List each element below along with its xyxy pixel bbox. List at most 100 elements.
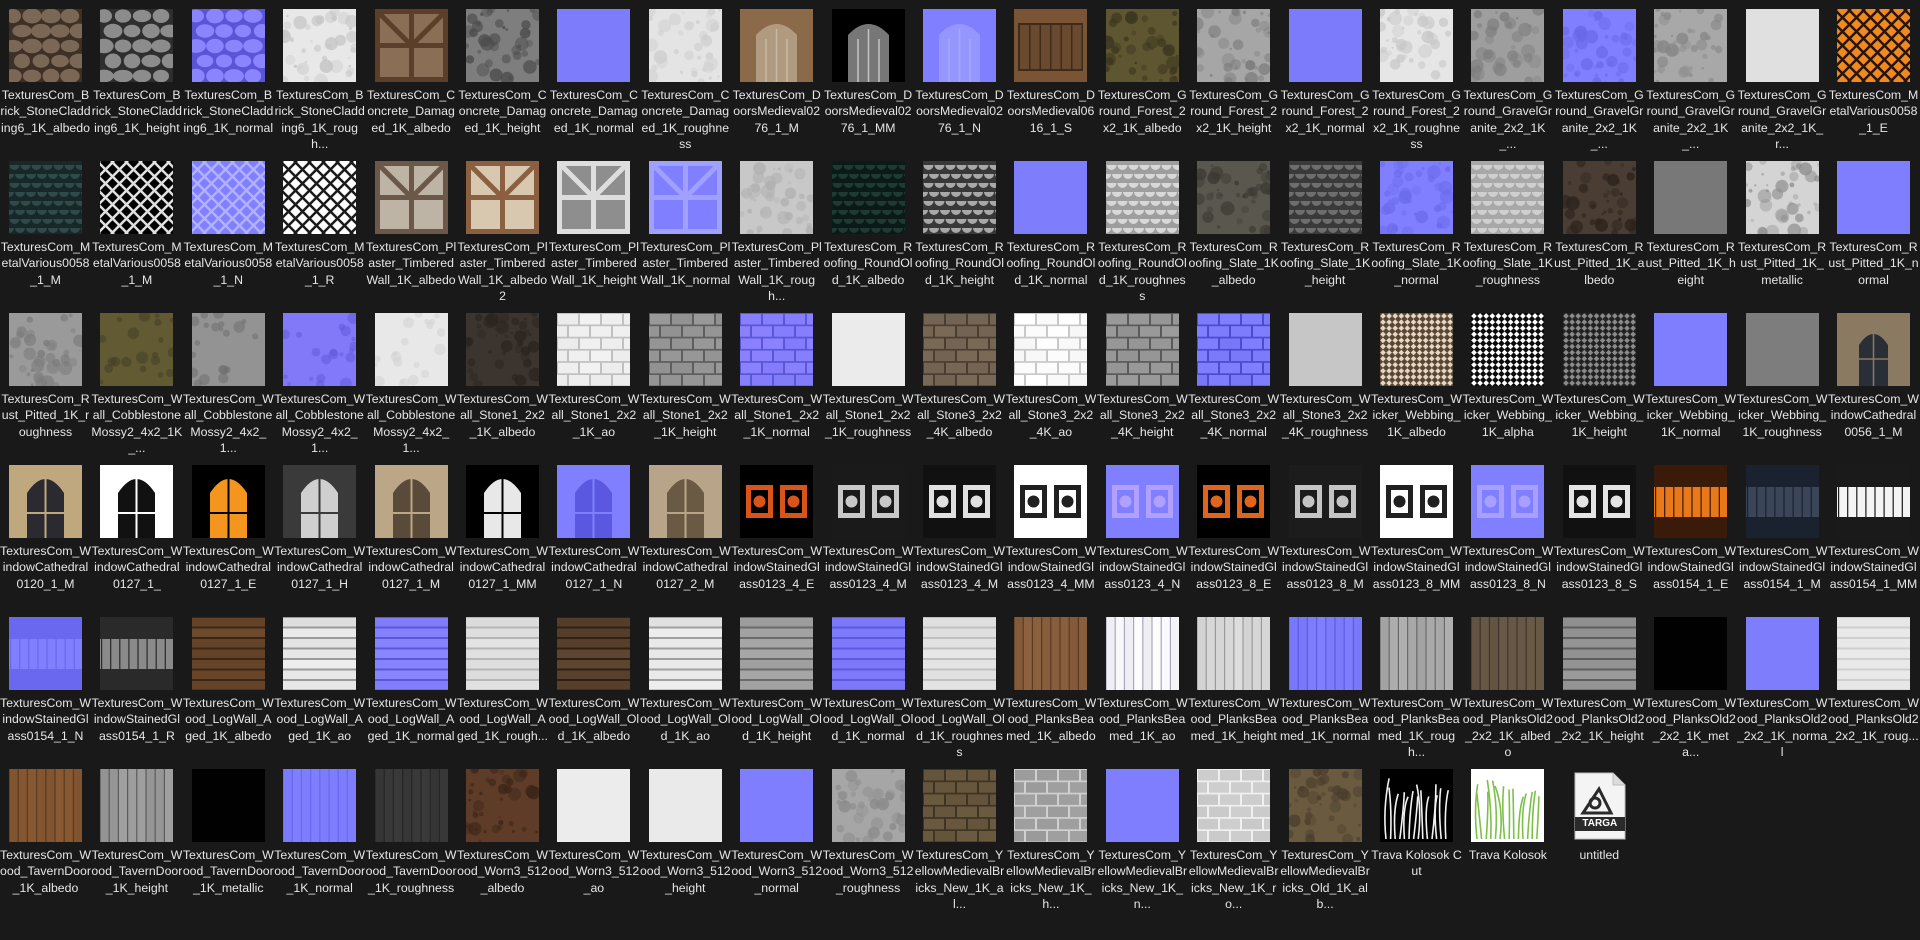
file-item[interactable]: TexturesCom_Wicker_Webbing_1K_normal: [1645, 310, 1736, 455]
file-item[interactable]: TexturesCom_WindowCathedral0127_1_MM: [457, 462, 548, 607]
file-item[interactable]: TexturesCom_Wall_CobblestoneMossy2_4x2_1…: [274, 310, 365, 455]
file-item[interactable]: TexturesCom_Wall_Stone3_2x2_4K_normal: [1188, 310, 1279, 455]
file-item[interactable]: TexturesCom_Wall_Stone3_2x2_4K_albedo: [914, 310, 1005, 455]
file-item[interactable]: TexturesCom_Wood_PlanksOld2_2x2_1K_norma…: [1737, 614, 1828, 759]
file-item[interactable]: TexturesCom_MetalVarious0058_1_R: [274, 158, 365, 303]
file-item[interactable]: TexturesCom_Wall_CobblestoneMossy2_4x2_1…: [91, 310, 182, 455]
file-item[interactable]: TexturesCom_Ground_Forest_2x2_1K_normal: [1280, 6, 1371, 151]
file-item[interactable]: TexturesCom_Wood_PlanksOld2_2x2_1K_heigh…: [1554, 614, 1645, 759]
file-item[interactable]: TexturesCom_Wicker_Webbing_1K_albedo: [1371, 310, 1462, 455]
file-item[interactable]: TexturesCom_Wood_LogWall_Aged_1K_rough..…: [457, 614, 548, 759]
file-item[interactable]: TexturesCom_WindowStainedGlass0154_1_R: [91, 614, 182, 759]
file-item[interactable]: TexturesCom_Wall_Stone3_2x2_4K_height: [1097, 310, 1188, 455]
file-item[interactable]: TexturesCom_Wall_Stone1_2x2_1K_roughness: [823, 310, 914, 455]
file-item[interactable]: TexturesCom_WindowCathedral0127_1_: [91, 462, 182, 607]
file-item[interactable]: TexturesCom_WindowStainedGlass0123_8_E: [1188, 462, 1279, 607]
file-item[interactable]: TexturesCom_Brick_StoneCladding6_1K_heig…: [91, 6, 182, 151]
file-item[interactable]: TexturesCom_Wood_LogWall_Aged_1K_albedo: [183, 614, 274, 759]
file-item[interactable]: TexturesCom_Rust_Pitted_1K_height: [1645, 158, 1736, 303]
file-item[interactable]: TexturesCom_Roofing_RoundOld_1K_height: [914, 158, 1005, 303]
file-item[interactable]: TexturesCom_WindowCathedral0127_1_N: [548, 462, 639, 607]
file-item[interactable]: TexturesCom_YellowMedievalBricks_New_1K_…: [1188, 766, 1279, 911]
file-item[interactable]: TexturesCom_Wicker_Webbing_1K_roughness: [1737, 310, 1828, 455]
file-item[interactable]: TexturesCom_Wicker_Webbing_1K_height: [1554, 310, 1645, 455]
file-item[interactable]: TexturesCom_YellowMedievalBricks_New_1K_…: [1005, 766, 1096, 911]
file-item[interactable]: TexturesCom_Wood_LogWall_Old_1K_ao: [640, 614, 731, 759]
file-item[interactable]: TexturesCom_Wood_PlanksOld2_2x2_1K_albed…: [1462, 614, 1553, 759]
file-item[interactable]: TexturesCom_WindowStainedGlass0154_1_M: [1737, 462, 1828, 607]
file-item[interactable]: TexturesCom_Wall_CobblestoneMossy2_4x2_1…: [366, 310, 457, 455]
file-item[interactable]: TexturesCom_WindowStainedGlass0123_8_MM: [1371, 462, 1462, 607]
file-item[interactable]: TexturesCom_Roofing_Slate_1K_albedo: [1188, 158, 1279, 303]
file-item[interactable]: TexturesCom_Concrete_Damaged_1K_normal: [548, 6, 639, 151]
file-item[interactable]: TexturesCom_Concrete_Damaged_1K_albedo: [366, 6, 457, 151]
file-item[interactable]: TexturesCom_Wood_PlanksBeamed_1K_albedo: [1005, 614, 1096, 759]
file-item[interactable]: TexturesCom_Rust_Pitted_1K_normal: [1828, 158, 1919, 303]
file-item[interactable]: TexturesCom_Roofing_Slate_1K_roughness: [1462, 158, 1553, 303]
file-item[interactable]: TexturesCom_Concrete_Damaged_1K_roughnes…: [640, 6, 731, 151]
file-item[interactable]: TexturesCom_Rust_Pitted_1K_metallic: [1737, 158, 1828, 303]
file-item[interactable]: TexturesCom_Roofing_RoundOld_1K_normal: [1005, 158, 1096, 303]
file-item[interactable]: TexturesCom_Wood_TavernDoor_1K_roughness: [366, 766, 457, 911]
file-item[interactable]: TexturesCom_Brick_StoneCladding6_1K_norm…: [183, 6, 274, 151]
file-item[interactable]: TexturesCom_DoorsMedieval0276_1_M: [731, 6, 822, 151]
file-item[interactable]: TARGA untitled: [1554, 766, 1645, 911]
file-item[interactable]: TexturesCom_Plaster_TimberedWall_1K_albe…: [457, 158, 548, 303]
file-item[interactable]: TexturesCom_Wood_TavernDoor_1K_normal: [274, 766, 365, 911]
file-item[interactable]: TexturesCom_WindowCathedral0127_1_E: [183, 462, 274, 607]
file-item[interactable]: TexturesCom_WindowCathedral0127_1_M: [366, 462, 457, 607]
file-item[interactable]: TexturesCom_Wood_LogWall_Old_1K_normal: [823, 614, 914, 759]
file-item[interactable]: TexturesCom_WindowStainedGlass0154_1_MM: [1828, 462, 1919, 607]
file-item[interactable]: TexturesCom_Wood_TavernDoor_1K_height: [91, 766, 182, 911]
file-item[interactable]: TexturesCom_DoorsMedieval0616_1_S: [1005, 6, 1096, 151]
file-item[interactable]: TexturesCom_Roofing_Slate_1K_normal: [1371, 158, 1462, 303]
file-item[interactable]: TexturesCom_Wood_TavernDoor_1K_albedo: [0, 766, 91, 911]
file-item[interactable]: TexturesCom_WindowStainedGlass0123_4_M: [823, 462, 914, 607]
file-item[interactable]: Trava Kolosok Cut: [1371, 766, 1462, 911]
file-item[interactable]: TexturesCom_WindowCathedral0120_1_M: [0, 462, 91, 607]
file-item[interactable]: TexturesCom_Ground_GravelGranite_2x2_1K_…: [1645, 6, 1736, 151]
file-item[interactable]: TexturesCom_WindowStainedGlass0123_4_N: [1097, 462, 1188, 607]
file-item[interactable]: TexturesCom_WindowStainedGlass0123_4_M: [914, 462, 1005, 607]
file-item[interactable]: TexturesCom_WindowCathedral0056_1_M: [1828, 310, 1919, 455]
file-item[interactable]: TexturesCom_Wall_Stone3_2x2_4K_roughness: [1280, 310, 1371, 455]
file-item[interactable]: TexturesCom_Ground_Forest_2x2_1K_roughne…: [1371, 6, 1462, 151]
file-item[interactable]: TexturesCom_MetalVarious0058_1_M: [0, 158, 91, 303]
file-item[interactable]: TexturesCom_Wood_LogWall_Aged_1K_ao: [274, 614, 365, 759]
file-item[interactable]: TexturesCom_Wall_Stone1_2x2_1K_albedo: [457, 310, 548, 455]
file-item[interactable]: TexturesCom_Wood_PlanksBeamed_1K_normal: [1280, 614, 1371, 759]
file-item[interactable]: TexturesCom_WindowCathedral0127_2_M: [640, 462, 731, 607]
file-item[interactable]: TexturesCom_Plaster_TimberedWall_1K_heig…: [548, 158, 639, 303]
file-item[interactable]: TexturesCom_Wicker_Webbing_1K_alpha: [1462, 310, 1553, 455]
file-item[interactable]: TexturesCom_Wood_LogWall_Old_1K_albedo: [548, 614, 639, 759]
file-item[interactable]: TexturesCom_Wall_CobblestoneMossy2_4x2_1…: [183, 310, 274, 455]
file-item[interactable]: TexturesCom_Wood_PlanksBeamed_1K_ao: [1097, 614, 1188, 759]
file-item[interactable]: TexturesCom_WindowStainedGlass0154_1_N: [0, 614, 91, 759]
file-item[interactable]: TexturesCom_WindowStainedGlass0123_8_M: [1280, 462, 1371, 607]
file-item[interactable]: TexturesCom_WindowStainedGlass0123_8_S: [1554, 462, 1645, 607]
file-item[interactable]: TexturesCom_WindowStainedGlass0154_1_E: [1645, 462, 1736, 607]
file-item[interactable]: TexturesCom_YellowMedievalBricks_Old_1K_…: [1280, 766, 1371, 911]
file-item[interactable]: TexturesCom_DoorsMedieval0276_1_N: [914, 6, 1005, 151]
file-item[interactable]: Trava Kolosok: [1462, 766, 1553, 911]
file-item[interactable]: TexturesCom_WindowStainedGlass0123_4_MM: [1005, 462, 1096, 607]
file-item[interactable]: TexturesCom_Rust_Pitted_1K_albedo: [1554, 158, 1645, 303]
file-item[interactable]: TexturesCom_Wood_PlanksOld2_2x2_1K_roug.…: [1828, 614, 1919, 759]
file-item[interactable]: TexturesCom_Ground_GravelGranite_2x2_1K_…: [1462, 6, 1553, 151]
file-item[interactable]: TexturesCom_YellowMedievalBricks_New_1K_…: [914, 766, 1005, 911]
file-item[interactable]: TexturesCom_Roofing_RoundOld_1K_albedo: [823, 158, 914, 303]
file-item[interactable]: TexturesCom_YellowMedievalBricks_New_1K_…: [1097, 766, 1188, 911]
file-item[interactable]: TexturesCom_WindowStainedGlass0123_8_N: [1462, 462, 1553, 607]
file-item[interactable]: TexturesCom_MetalVarious0058_1_E: [1828, 6, 1919, 151]
file-item[interactable]: TexturesCom_Wood_Worn3_512_normal: [731, 766, 822, 911]
file-item[interactable]: TexturesCom_Plaster_TimberedWall_1K_albe…: [366, 158, 457, 303]
file-item[interactable]: TexturesCom_Ground_GravelGranite_2x2_1K_…: [1554, 6, 1645, 151]
file-item[interactable]: TexturesCom_Concrete_Damaged_1K_height: [457, 6, 548, 151]
file-item[interactable]: TexturesCom_Wood_Worn3_512_ao: [548, 766, 639, 911]
file-item[interactable]: TexturesCom_Ground_Forest_2x2_1K_albedo: [1097, 6, 1188, 151]
file-item[interactable]: TexturesCom_Rust_Pitted_1K_roughness: [0, 310, 91, 455]
file-item[interactable]: TexturesCom_Brick_StoneCladding6_1K_albe…: [0, 6, 91, 151]
file-item[interactable]: TexturesCom_WindowStainedGlass0123_4_E: [731, 462, 822, 607]
file-item[interactable]: TexturesCom_MetalVarious0058_1_M: [91, 158, 182, 303]
file-item[interactable]: TexturesCom_Wood_Worn3_512_height: [640, 766, 731, 911]
